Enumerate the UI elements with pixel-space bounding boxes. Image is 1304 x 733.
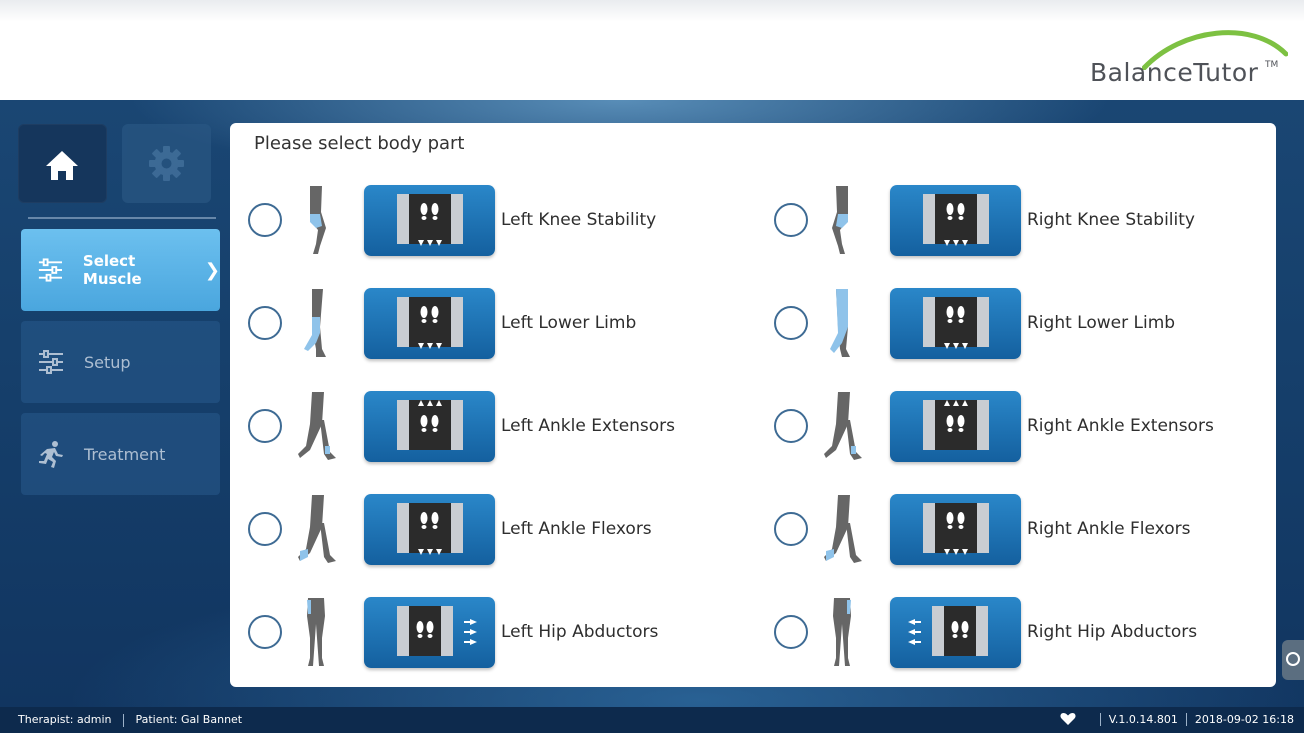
selection-panel: Please select body part Left Knee Stabil… — [230, 123, 1276, 687]
settings-button[interactable] — [122, 124, 211, 203]
legs-hip-icon — [833, 598, 851, 666]
platform-button[interactable] — [364, 184, 495, 256]
option-label: Left Ankle Flexors — [501, 519, 652, 539]
leg-knee-icon — [832, 186, 848, 254]
platform-icon — [397, 605, 477, 656]
option-right-knee-stability[interactable]: Right Knee Stability — [774, 184, 1195, 256]
option-label: Right Lower Limb — [1027, 313, 1176, 333]
radio-button[interactable] — [774, 203, 808, 237]
radio-button[interactable] — [774, 615, 808, 649]
page-title: Please select body part — [254, 133, 465, 154]
radio-button[interactable] — [248, 512, 282, 546]
sidebar-item-label: Select Muscle — [82, 252, 142, 288]
leg-knee-icon — [310, 186, 326, 254]
platform-icon — [923, 296, 989, 349]
side-panel-handle[interactable] — [1282, 640, 1304, 680]
platform-button[interactable] — [890, 287, 1021, 359]
option-left-ankle-flexors[interactable]: Left Ankle Flexors — [248, 493, 652, 565]
status-bar: Therapist: admin Patient: Gal Bannet V.1… — [0, 707, 1304, 733]
option-label: Right Ankle Extensors — [1027, 416, 1214, 436]
legs-ankle-icon — [824, 392, 862, 460]
leg-lower-limb-icon — [830, 289, 850, 357]
platform-icon — [397, 502, 463, 555]
option-right-ankle-extensors[interactable]: Right Ankle Extensors — [774, 390, 1214, 462]
datetime-label: 2018-09-02 16:18 — [1194, 712, 1294, 726]
heart-icon — [1060, 713, 1076, 725]
sidebar-item-label: Setup — [84, 352, 131, 372]
home-button[interactable] — [18, 124, 107, 203]
radio-button[interactable] — [248, 409, 282, 443]
brand-name: BalanceTutor — [1090, 58, 1259, 87]
header: BalanceTutor TM — [0, 0, 1304, 100]
legs-ankle-icon — [298, 392, 336, 460]
trademark: TM — [1265, 60, 1279, 70]
sliders-icon — [38, 258, 63, 282]
patient-info: Patient: Gal Bannet — [135, 713, 243, 726]
platform-button[interactable] — [890, 493, 1021, 565]
platform-button[interactable] — [364, 493, 495, 565]
sidebar-item-treatment[interactable]: Treatment — [21, 413, 220, 495]
radio-button[interactable] — [248, 203, 282, 237]
radio-button[interactable] — [774, 512, 808, 546]
platform-button[interactable] — [364, 287, 495, 359]
radio-button[interactable] — [774, 409, 808, 443]
divider — [1185, 712, 1187, 726]
sidebar-item-label: Treatment — [84, 444, 166, 464]
platform-icon — [397, 296, 463, 349]
option-left-lower-limb[interactable]: Left Lower Limb — [248, 287, 636, 359]
platform-icon — [923, 399, 989, 450]
platform-icon — [397, 193, 463, 246]
legs-ankle-icon — [298, 495, 336, 563]
chevron-right-icon: ❯ — [204, 259, 220, 281]
platform-icon — [923, 502, 989, 555]
option-label: Left Ankle Extensors — [501, 416, 676, 436]
radio-button[interactable] — [248, 615, 282, 649]
option-label: Right Hip Abductors — [1027, 622, 1198, 642]
version-label: V.1.0.14.801 — [1108, 712, 1178, 726]
option-label: Left Hip Abductors — [501, 622, 659, 642]
sidebar-divider — [28, 217, 216, 219]
option-label: Right Ankle Flexors — [1027, 519, 1191, 539]
brand-logo: BalanceTutor TM — [1090, 24, 1288, 94]
platform-button[interactable] — [890, 596, 1021, 668]
option-label: Left Lower Limb — [501, 313, 637, 333]
sidebar-item-select-muscle[interactable]: Select Muscle ❯ — [21, 229, 220, 311]
gear-icon — [149, 146, 184, 181]
therapist-info: Therapist: admin — [18, 713, 112, 726]
option-right-lower-limb[interactable]: Right Lower Limb — [774, 287, 1175, 359]
sidebar-item-setup[interactable]: Setup — [21, 321, 220, 403]
sliders-icon — [39, 350, 63, 374]
running-person-icon — [39, 441, 63, 468]
radio-button[interactable] — [774, 306, 808, 340]
legs-ankle-icon — [824, 495, 862, 563]
platform-button[interactable] — [890, 390, 1021, 462]
home-icon — [46, 151, 78, 180]
platform-button[interactable] — [364, 596, 495, 668]
platform-icon — [908, 605, 988, 656]
leg-lower-limb-icon — [304, 289, 326, 357]
handle-icon — [1286, 652, 1300, 666]
platform-icon — [923, 193, 989, 246]
option-left-ankle-extensors[interactable]: Left Ankle Extensors — [248, 390, 675, 462]
radio-button[interactable] — [248, 306, 282, 340]
divider — [122, 713, 124, 727]
platform-button[interactable] — [364, 390, 495, 462]
option-label: Right Knee Stability — [1027, 210, 1195, 230]
option-left-hip-abductors[interactable]: Left Hip Abductors — [248, 596, 658, 668]
divider — [1099, 712, 1101, 726]
platform-button[interactable] — [890, 184, 1021, 256]
option-right-hip-abductors[interactable]: Right Hip Abductors — [774, 596, 1197, 668]
option-label: Left Knee Stability — [501, 210, 657, 230]
option-left-knee-stability[interactable]: Left Knee Stability — [248, 184, 656, 256]
option-right-ankle-flexors[interactable]: Right Ankle Flexors — [774, 493, 1190, 565]
platform-icon — [397, 399, 463, 450]
legs-hip-icon — [307, 598, 325, 666]
